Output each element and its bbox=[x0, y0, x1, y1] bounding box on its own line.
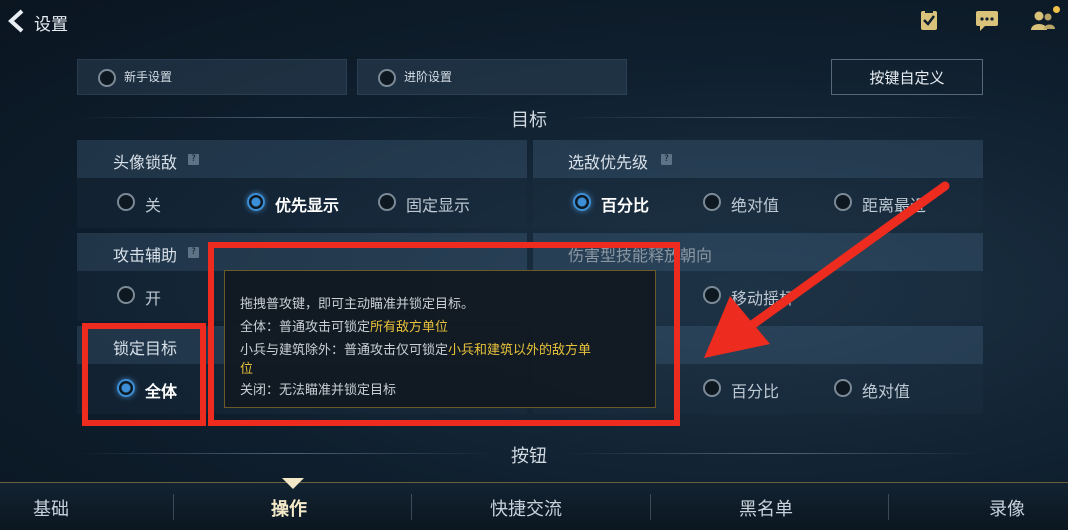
divider-right-2 bbox=[565, 453, 983, 454]
section-title-target: 目标 bbox=[511, 110, 547, 131]
divider-left-2 bbox=[77, 453, 497, 454]
enemy-priority-radio-percent[interactable] bbox=[573, 193, 591, 211]
checklist-icon[interactable] bbox=[916, 8, 942, 32]
divider-right bbox=[565, 117, 983, 118]
back-arrow-icon[interactable] bbox=[4, 8, 30, 34]
tab-separator bbox=[650, 494, 651, 520]
head-lock-option-off: 关 bbox=[145, 196, 162, 215]
head-lock-radio-off[interactable] bbox=[117, 193, 135, 211]
annotation-box-lock-target bbox=[82, 323, 206, 426]
beginner-settings-button[interactable]: 新手设置 bbox=[77, 59, 347, 95]
head-lock-option-fixed: 固定显示 bbox=[406, 196, 471, 215]
tab-separator bbox=[411, 494, 412, 520]
beginner-radio[interactable] bbox=[98, 69, 116, 87]
annotation-arrow-icon bbox=[704, 181, 950, 358]
tab-blacklist[interactable]: 黑名单 bbox=[739, 495, 793, 521]
divider-left bbox=[77, 117, 497, 118]
advanced-radio[interactable] bbox=[378, 69, 396, 87]
attack-assist-radio-on[interactable] bbox=[117, 286, 135, 304]
beginner-label: 新手设置 bbox=[124, 70, 173, 84]
head-lock-option-priority: 优先显示 bbox=[275, 196, 340, 215]
tab-controls[interactable]: 操作 bbox=[271, 495, 307, 521]
section-title-buttons: 按钮 bbox=[511, 446, 547, 467]
tab-quick-chat[interactable]: 快捷交流 bbox=[490, 495, 562, 521]
head-lock-title: 头像锁敌 bbox=[113, 153, 178, 172]
tab-separator bbox=[173, 494, 174, 520]
head-lock-radio-priority[interactable] bbox=[247, 193, 265, 211]
tab-basic[interactable]: 基础 bbox=[33, 495, 69, 521]
tab-replay[interactable]: 录像 bbox=[989, 495, 1025, 521]
heal-priority-option-percent: 百分比 bbox=[731, 382, 780, 401]
help-icon[interactable]: ? bbox=[661, 154, 672, 165]
heal-priority-radio-absolute[interactable] bbox=[834, 379, 852, 397]
head-lock-radio-fixed[interactable] bbox=[378, 193, 396, 211]
enemy-priority-option-percent: 百分比 bbox=[601, 196, 650, 215]
tab-separator bbox=[888, 494, 889, 520]
advanced-settings-button[interactable]: 进阶设置 bbox=[357, 59, 627, 95]
page-title: 设置 bbox=[34, 15, 68, 35]
attack-assist-option-on: 开 bbox=[145, 289, 162, 308]
friends-icon[interactable] bbox=[1030, 8, 1056, 32]
custom-keys-button[interactable]: 按键自定义 bbox=[831, 59, 983, 95]
heal-priority-radio-percent[interactable] bbox=[703, 379, 721, 397]
annotation-box-tooltip bbox=[208, 242, 680, 426]
active-tab-caret-icon bbox=[282, 478, 304, 489]
enemy-priority-title: 选敌优先级 bbox=[568, 153, 649, 172]
heal-priority-option-absolute: 绝对值 bbox=[862, 382, 911, 401]
notification-dot bbox=[1053, 6, 1060, 13]
advanced-label: 进阶设置 bbox=[404, 70, 453, 84]
help-icon[interactable]: ? bbox=[188, 154, 199, 165]
attack-assist-title: 攻击辅助 bbox=[113, 246, 178, 265]
help-icon[interactable]: ? bbox=[188, 247, 199, 258]
chat-icon[interactable] bbox=[974, 8, 1000, 32]
